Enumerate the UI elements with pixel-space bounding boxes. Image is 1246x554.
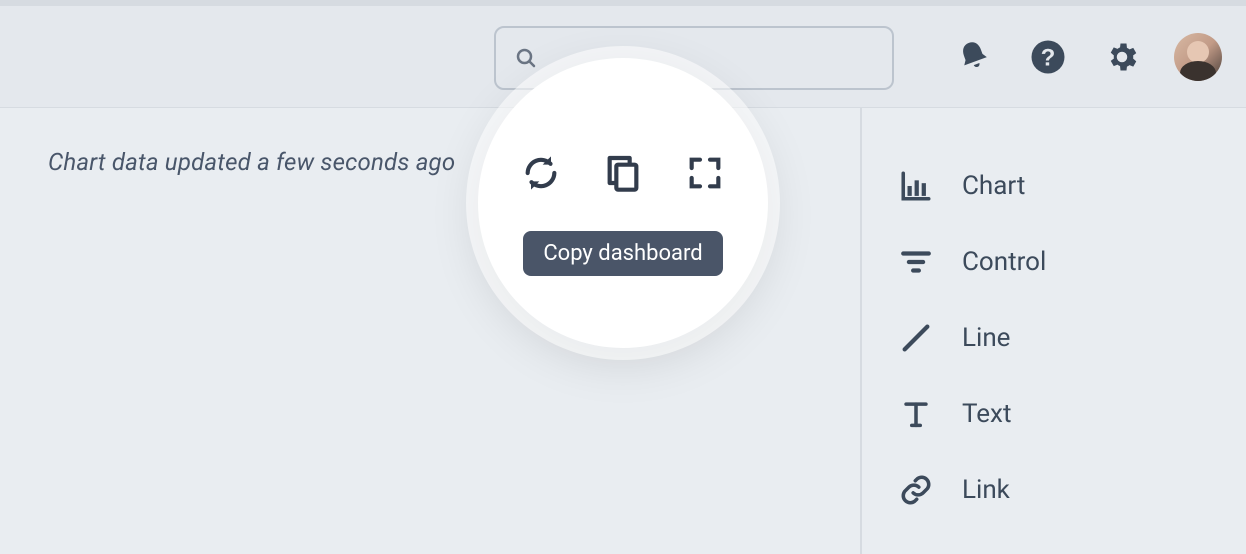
sidebar-item-label: Link <box>962 475 1010 505</box>
sidebar-item-link[interactable]: Link <box>862 452 1246 528</box>
line-icon <box>898 320 934 356</box>
help-icon: ? <box>1030 39 1066 75</box>
sidebar-item-line[interactable]: Line <box>862 300 1246 376</box>
filter-icon <box>898 244 934 280</box>
svg-text:?: ? <box>1041 44 1056 71</box>
copy-dashboard-button[interactable] <box>601 151 645 195</box>
help-button[interactable]: ? <box>1026 35 1070 79</box>
notifications-button[interactable] <box>952 35 996 79</box>
text-icon <box>898 396 934 432</box>
chart-icon <box>898 168 934 204</box>
refresh-icon <box>521 153 561 193</box>
sidebar: Chart Control Line Text <box>860 108 1246 554</box>
topbar-actions: ? <box>952 6 1222 107</box>
sidebar-item-label: Chart <box>962 171 1025 201</box>
bell-icon <box>956 39 992 75</box>
spotlight-actions <box>519 151 727 195</box>
settings-button[interactable] <box>1100 35 1144 79</box>
sidebar-item-label: Control <box>962 247 1046 277</box>
sidebar-item-label: Text <box>962 399 1011 429</box>
sidebar-item-text[interactable]: Text <box>862 376 1246 452</box>
copy-icon <box>603 153 643 193</box>
gear-icon <box>1104 39 1140 75</box>
sidebar-item-chart[interactable]: Chart <box>862 148 1246 224</box>
tooltip-copy-dashboard: Copy dashboard <box>523 231 722 276</box>
spotlight-popover: Copy dashboard <box>478 58 768 348</box>
sidebar-item-label: Line <box>962 323 1010 353</box>
refresh-button[interactable] <box>519 151 563 195</box>
search-icon <box>514 46 538 70</box>
link-icon <box>898 472 934 508</box>
avatar[interactable] <box>1174 33 1222 81</box>
fullscreen-icon <box>685 153 725 193</box>
sidebar-item-control[interactable]: Control <box>862 224 1246 300</box>
fullscreen-button[interactable] <box>683 151 727 195</box>
